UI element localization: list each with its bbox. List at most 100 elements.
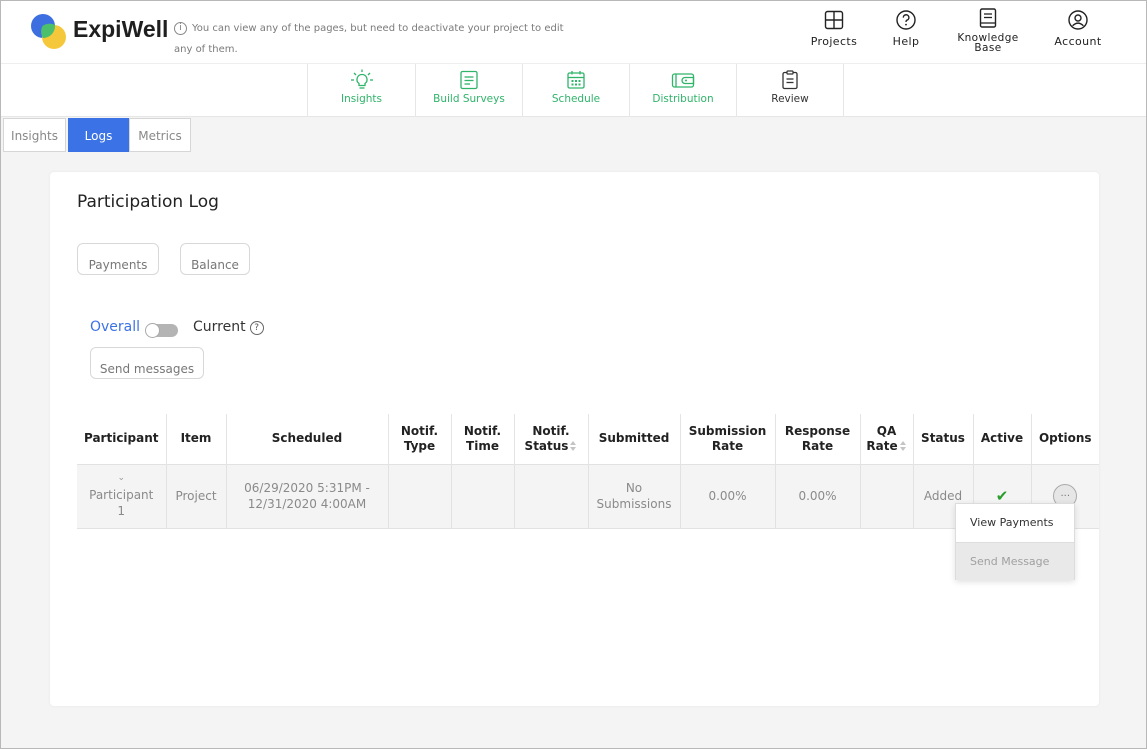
step-review-label: Review (771, 93, 809, 105)
col-notif-time-label-1: Notif. (463, 423, 502, 438)
participation-table: Participant Item Scheduled Notif. Type N… (77, 414, 1099, 529)
step-review[interactable]: Review (737, 64, 843, 117)
expiwell-logo-icon[interactable] (29, 11, 69, 51)
nav-account[interactable]: Account (1051, 9, 1105, 47)
nav-help-label: Help (892, 35, 920, 48)
book-icon (979, 8, 997, 28)
projects-grid-icon (824, 10, 844, 30)
col-response-rate-label-2: Rate (801, 438, 834, 453)
chevron-down-icon[interactable]: ⌄ (77, 473, 166, 483)
participant-name-2: 1 (117, 504, 126, 518)
cell-item: Project (166, 463, 227, 529)
project-step-bar: Insights Build Surveys Schedule Distribu… (1, 63, 1146, 117)
submitted-line-1: No (625, 481, 643, 495)
scheduled-start: 06/29/2020 5:31PM - (244, 481, 370, 495)
col-notif-type-label-2: Type (403, 438, 436, 453)
calendar-icon (567, 71, 585, 89)
toggle-knob (145, 323, 160, 338)
cell-qa-rate (860, 463, 914, 529)
nav-account-label: Account (1054, 35, 1102, 48)
col-qa-rate[interactable]: QA Rate (860, 414, 914, 464)
col-status-label: Status (921, 431, 965, 446)
col-item[interactable]: Item (166, 414, 227, 464)
cell-notif-time (451, 463, 515, 529)
scheduled-end: 12/31/2020 4:00AM (247, 497, 367, 511)
payments-button[interactable]: Payments (77, 243, 159, 275)
step-divider (843, 64, 844, 117)
col-status[interactable]: Status (913, 414, 974, 464)
nav-help[interactable]: Help (885, 9, 927, 47)
menu-item-view-payments[interactable]: View Payments (956, 504, 1074, 542)
cell-notif-type (388, 463, 452, 529)
col-item-label: Item (180, 431, 212, 446)
nav-projects-label: Projects (810, 35, 858, 48)
step-insights[interactable]: Insights (308, 64, 415, 117)
step-distribution-label: Distribution (652, 93, 714, 105)
overall-label[interactable]: Overall (90, 319, 140, 335)
submitted-line-2: Submissions (596, 497, 672, 511)
current-label-group: Current? (193, 319, 264, 335)
tab-insights[interactable]: Insights (3, 118, 66, 152)
col-response-rate-label-1: Response (784, 423, 851, 438)
col-submission-rate-label-2: Rate (711, 438, 744, 453)
send-messages-button[interactable]: Send messages (90, 347, 204, 379)
col-submission-rate-label-1: Submission (688, 423, 767, 438)
col-submitted[interactable]: Submitted (588, 414, 681, 464)
cell-participant[interactable]: ⌄ Participant 1 (77, 463, 167, 529)
sort-icon[interactable] (899, 441, 907, 452)
notice-line-2: any of them. (174, 44, 238, 55)
col-scheduled[interactable]: Scheduled (226, 414, 389, 464)
current-label[interactable]: Current (193, 319, 246, 335)
notice-line-1: You can view any of the pages, but need … (192, 23, 564, 34)
sort-icon[interactable] (570, 441, 577, 452)
brand-name[interactable]: ExpiWell (73, 16, 168, 43)
step-schedule[interactable]: Schedule (523, 64, 629, 117)
col-qa-rate-label-2: Rate (866, 438, 898, 453)
col-notif-time[interactable]: Notif. Time (451, 414, 515, 464)
menu-item-send-message: Send Message (956, 542, 1074, 580)
step-schedule-label: Schedule (551, 93, 601, 105)
col-response-rate[interactable]: Response Rate (775, 414, 861, 464)
col-scheduled-label: Scheduled (271, 431, 343, 446)
overall-current-toggle[interactable] (145, 323, 178, 338)
col-notif-type-label-1: Notif. (400, 423, 439, 438)
deactivate-notice: i You can view any of the pages, but need… (174, 18, 594, 60)
nav-knowledge-label-2: Base (974, 42, 1002, 54)
col-options-label: Options (1038, 431, 1092, 446)
step-build-surveys[interactable]: Build Surveys (416, 64, 522, 117)
cell-submitted: No Submissions (588, 463, 681, 529)
tab-metrics[interactable]: Metrics (129, 118, 191, 152)
info-icon: i (174, 22, 187, 35)
col-notif-status[interactable]: Notif. Status (514, 414, 589, 464)
clipboard-icon (782, 70, 798, 90)
account-icon (1068, 10, 1088, 30)
step-distribution[interactable]: Distribution (630, 64, 736, 117)
page-title: Participation Log (77, 192, 219, 212)
nav-knowledge-base[interactable]: Knowledge Base (953, 8, 1023, 54)
col-notif-status-label-2: Status (524, 438, 569, 453)
cell-submission-rate: 0.00% (680, 463, 776, 529)
col-notif-type[interactable]: Notif. Type (388, 414, 452, 464)
help-question-icon[interactable]: ? (249, 321, 264, 335)
col-notif-status-label-1: Notif. (532, 423, 570, 438)
cell-scheduled: 06/29/2020 5:31PM - 12/31/2020 4:00AM (226, 463, 389, 529)
cell-response-rate: 0.00% (775, 463, 861, 529)
table-header-row: Participant Item Scheduled Notif. Type N… (77, 414, 1099, 464)
col-options: Options (1031, 414, 1099, 464)
nav-projects[interactable]: Projects (807, 9, 861, 47)
step-build-surveys-label: Build Surveys (433, 93, 505, 105)
col-notif-time-label-2: Time (466, 438, 499, 453)
col-active[interactable]: Active (973, 414, 1032, 464)
lightbulb-icon (350, 69, 373, 89)
balance-button[interactable]: Balance (180, 243, 250, 275)
tab-logs[interactable]: Logs (68, 118, 129, 152)
top-header: ExpiWell i You can view any of the pages,… (1, 1, 1146, 63)
col-participant-label: Participant (83, 431, 159, 446)
col-participant[interactable]: Participant (77, 414, 167, 464)
col-submission-rate[interactable]: Submission Rate (680, 414, 776, 464)
participant-name-1: Participant (89, 488, 154, 502)
document-icon (460, 70, 478, 90)
col-submitted-label: Submitted (598, 431, 670, 446)
help-circle-icon (896, 10, 916, 30)
check-icon: ✔ (995, 486, 1009, 505)
